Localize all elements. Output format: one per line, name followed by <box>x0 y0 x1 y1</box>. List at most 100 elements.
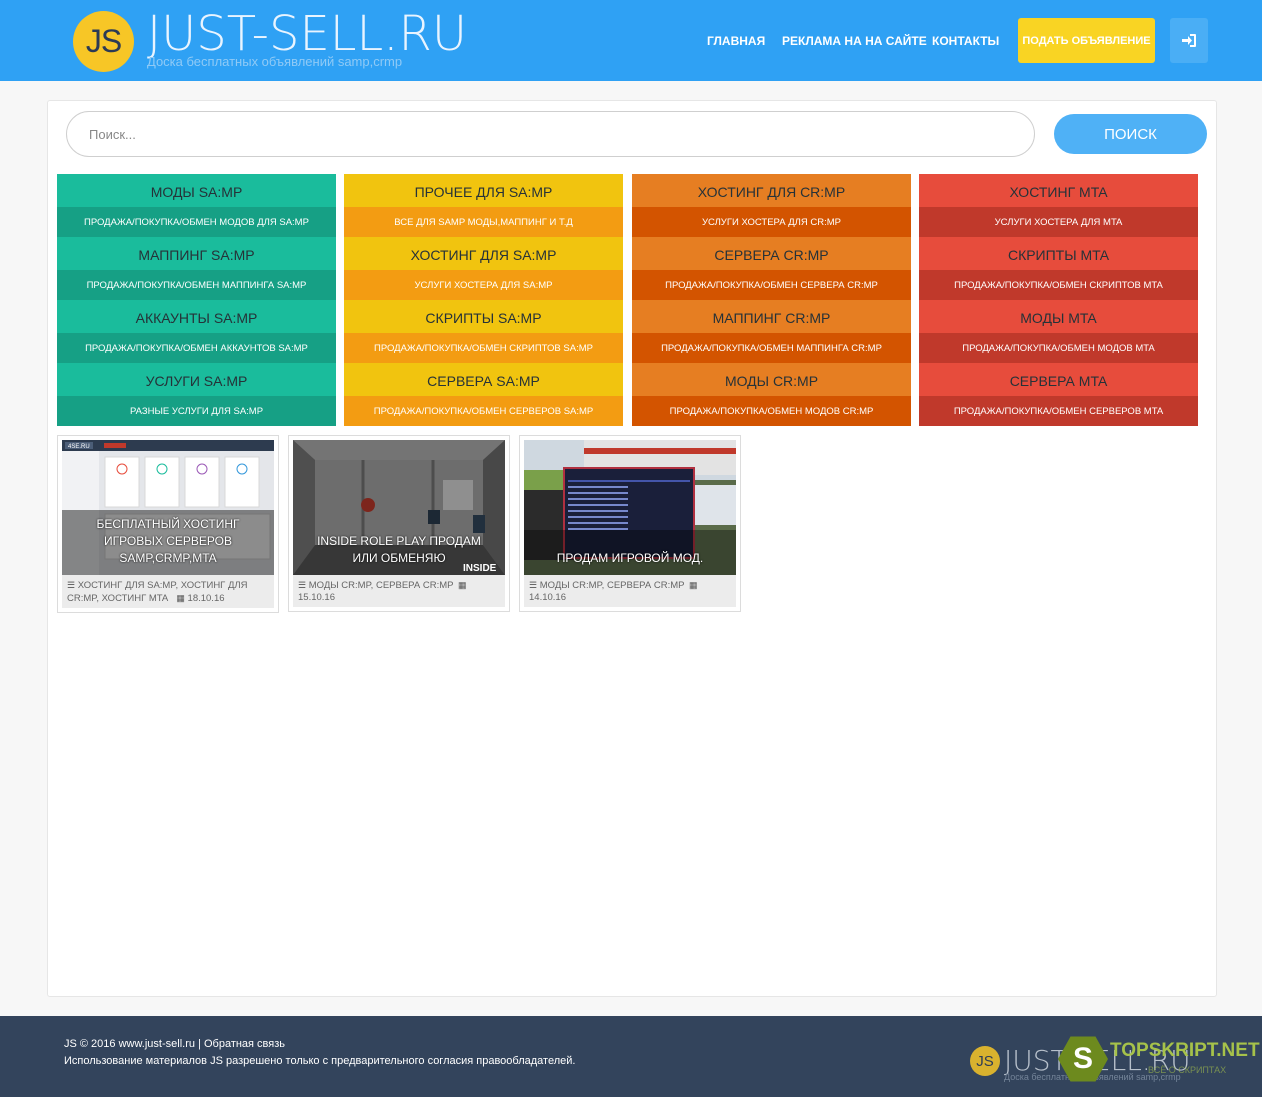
footer-copyright-text: JS © 2016 www.just-sell.ru | <box>64 1038 204 1050</box>
list-icon: ☰ <box>298 580 307 590</box>
category-description[interactable]: ПРОДАЖА/ПОКУПКА/ОБМЕН СЕРВЕРА CR:MP <box>632 270 911 300</box>
category-item[interactable]: МОДЫ CR:MP ПРОДАЖА/ПОКУПКА/ОБМЕН МОДОВ CR… <box>632 363 911 426</box>
category-column: ХОСТИНГ ДЛЯ CR:MP УСЛУГИ ХОСТЕРА ДЛЯ CR:M… <box>632 174 911 426</box>
watermark-text: TOPSKRIPT.NET <box>1110 1040 1260 1061</box>
category-description[interactable]: УСЛУГИ ХОСТЕРА ДЛЯ MTA <box>919 207 1198 237</box>
list-icon: ☰ <box>529 580 538 590</box>
feedback-link[interactable]: Обратная связь <box>204 1038 285 1050</box>
listing-meta: ☰ ХОСТИНГ ДЛЯ SA:MP, ХОСТИНГ ДЛЯ CR:MP, … <box>62 575 274 608</box>
footer-copyright: JS © 2016 www.just-sell.ru | Обратная св… <box>64 1036 575 1053</box>
category-description[interactable]: РАЗНЫЕ УСЛУГИ ДЛЯ SA:MP <box>57 396 336 426</box>
logo-text: JUST-SELL.RU Доска бесплатных объявлений… <box>147 8 467 69</box>
category-item[interactable]: МАППИНГ SA:MP ПРОДАЖА/ПОКУПКА/ОБМЕН МАППИ… <box>57 237 336 300</box>
category-description[interactable]: ПРОДАЖА/ПОКУПКА/ОБМЕН СЕРВЕРОВ MTA <box>919 396 1198 426</box>
category-title[interactable]: СЕРВЕРА CR:MP <box>632 237 911 270</box>
category-title[interactable]: УСЛУГИ SA:MP <box>57 363 336 396</box>
category-item[interactable]: АККАУНТЫ SA:MP ПРОДАЖА/ПОКУПКА/ОБМЕН АККА… <box>57 300 336 363</box>
listing-thumbnail[interactable]: ПРОДАМ ИГРОВОЙ МОД. <box>524 440 736 575</box>
watermark-subtext: ВСЁ О СКРИПТАХ <box>1148 1065 1227 1075</box>
listing-thumbnail[interactable]: INSIDE INSIDE ROLE PLAY ПРОДАМ ИЛИ ОБМЕН… <box>293 440 505 575</box>
category-title[interactable]: АККАУНТЫ SA:MP <box>57 300 336 333</box>
listing-date: 15.10.16 <box>298 592 335 603</box>
category-item[interactable]: СЕРВЕРА CR:MP ПРОДАЖА/ПОКУПКА/ОБМЕН СЕРВЕ… <box>632 237 911 300</box>
category-title[interactable]: СКРИПТЫ SA:MP <box>344 300 623 333</box>
listing-thumbnail[interactable]: 4SE.RU БЕСПЛАТНЫЙ ХОСТИНГ ИГРОВЫХ СЕРВЕР… <box>62 440 274 575</box>
category-description[interactable]: УСЛУГИ ХОСТЕРА ДЛЯ CR:MP <box>632 207 911 237</box>
category-title[interactable]: ХОСТИНГ ДЛЯ CR:MP <box>632 174 911 207</box>
nav-advertising[interactable]: РЕКЛАМА НА НА САЙТЕ <box>782 34 927 48</box>
list-icon: ☰ <box>67 580 76 590</box>
calendar-icon: ▦ <box>688 580 698 590</box>
category-title[interactable]: СЕРВЕРА SA:MP <box>344 363 623 396</box>
category-title[interactable]: МОДЫ MTA <box>919 300 1198 333</box>
category-title[interactable]: ХОСТИНГ MTA <box>919 174 1198 207</box>
listing-title[interactable]: БЕСПЛАТНЫЙ ХОСТИНГ ИГРОВЫХ СЕРВЕРОВ SAMP… <box>62 516 274 567</box>
listing-categories: МОДЫ CR:MP, СЕРВЕРА CR:MP <box>539 580 685 591</box>
svg-text:4SE.RU: 4SE.RU <box>68 444 90 450</box>
category-item[interactable]: СЕРВЕРА SA:MP ПРОДАЖА/ПОКУПКА/ОБМЕН СЕРВЕ… <box>344 363 623 426</box>
main-panel: ПОИСК МОДЫ SA:MPПРОДАЖА/ПОКУПКА/ОБМЕН МО… <box>47 100 1217 997</box>
post-ad-button[interactable]: ПОДАТЬ ОБЪЯВЛЕНИЕ <box>1018 18 1155 63</box>
category-item[interactable]: СЕРВЕРА MTA ПРОДАЖА/ПОКУПКА/ОБМЕН СЕРВЕРО… <box>919 363 1198 426</box>
category-item[interactable]: ПРОЧЕЕ ДЛЯ SA:MP ВСЕ ДЛЯ SAMP МОДЫ,МАППИН… <box>344 174 623 237</box>
listing-date: 18.10.16 <box>187 593 225 604</box>
site-header: JS JUST-SELL.RU Доска бесплатных объявле… <box>0 0 1262 81</box>
login-button[interactable] <box>1170 18 1208 63</box>
calendar-icon: ▦ <box>457 580 467 590</box>
category-description[interactable]: ВСЕ ДЛЯ SAMP МОДЫ,МАППИНГ И Т.Д <box>344 207 623 237</box>
category-title[interactable]: ПРОЧЕЕ ДЛЯ SA:MP <box>344 174 623 207</box>
category-description[interactable]: ПРОДАЖА/ПОКУПКА/ОБМЕН МОДОВ ДЛЯ SA:MP <box>57 207 336 237</box>
footer-text: JS © 2016 www.just-sell.ru | Обратная св… <box>64 1036 575 1070</box>
category-description[interactable]: ПРОДАЖА/ПОКУПКА/ОБМЕН МОДОВ MTA <box>919 333 1198 363</box>
logo-badge: JS <box>73 10 134 72</box>
sign-in-icon <box>1182 34 1196 47</box>
category-title[interactable]: МАППИНГ SA:MP <box>57 237 336 270</box>
category-column: ПРОЧЕЕ ДЛЯ SA:MP ВСЕ ДЛЯ SAMP МОДЫ,МАППИН… <box>344 174 623 426</box>
footer-logo-badge: JS <box>970 1046 1000 1076</box>
category-title[interactable]: МОДЫ SA:MP <box>57 174 336 207</box>
listing-card[interactable]: INSIDE INSIDE ROLE PLAY ПРОДАМ ИЛИ ОБМЕН… <box>288 435 510 612</box>
search-input[interactable] <box>66 111 1035 157</box>
category-description[interactable]: ПРОДАЖА/ПОКУПКА/ОБМЕН МОДОВ CR:MP <box>632 396 911 426</box>
category-item[interactable]: МОДЫ SA:MP ПРОДАЖА/ПОКУПКА/ОБМЕН МОДОВ ДЛ… <box>57 174 336 237</box>
category-column: МОДЫ SA:MP ПРОДАЖА/ПОКУПКА/ОБМЕН МОДОВ ДЛ… <box>57 174 336 426</box>
site-logo[interactable]: JS JUST-SELL.RU Доска бесплатных объявле… <box>73 8 467 72</box>
category-column: ХОСТИНГ MTA УСЛУГИ ХОСТЕРА ДЛЯ MTA СКРИПТЫ… <box>919 174 1198 426</box>
site-footer: JS © 2016 www.just-sell.ru | Обратная св… <box>0 1016 1262 1097</box>
category-title[interactable]: СЕРВЕРА MTA <box>919 363 1198 396</box>
category-description[interactable]: ПРОДАЖА/ПОКУПКА/ОБМЕН СКРИПТОВ SA:MP <box>344 333 623 363</box>
category-item[interactable]: УСЛУГИ SA:MP РАЗНЫЕ УСЛУГИ ДЛЯ SA:MP <box>57 363 336 426</box>
category-title[interactable]: МОДЫ CR:MP <box>632 363 911 396</box>
category-title[interactable]: ХОСТИНГ ДЛЯ SA:MP <box>344 237 623 270</box>
listing-meta: ☰ МОДЫ CR:MP, СЕРВЕРА CR:MP ▦ 14.10.16 <box>524 575 736 607</box>
listing-meta: ☰ МОДЫ CR:MP, СЕРВЕРА CR:MP ▦ 15.10.16 <box>293 575 505 607</box>
category-item[interactable]: СКРИПТЫ MTA ПРОДАЖА/ПОКУПКА/ОБМЕН СКРИПТО… <box>919 237 1198 300</box>
category-item[interactable]: МАППИНГ CR:MP ПРОДАЖА/ПОКУПКА/ОБМЕН МАППИ… <box>632 300 911 363</box>
nav-contacts[interactable]: КОНТАКТЫ <box>932 34 999 48</box>
category-description[interactable]: ПРОДАЖА/ПОКУПКА/ОБМЕН МАППИНГА SA:MP <box>57 270 336 300</box>
footer-notice: Использование материалов JS разрешено то… <box>64 1055 576 1067</box>
listing-card[interactable]: ПРОДАМ ИГРОВОЙ МОД. ☰ МОДЫ CR:MP, СЕРВЕР… <box>519 435 741 612</box>
listing-card[interactable]: 4SE.RU БЕСПЛАТНЫЙ ХОСТИНГ ИГРОВЫХ СЕРВЕР… <box>57 435 279 613</box>
category-title[interactable]: СКРИПТЫ MTA <box>919 237 1198 270</box>
category-title[interactable]: МАППИНГ CR:MP <box>632 300 911 333</box>
listing-title[interactable]: INSIDE ROLE PLAY ПРОДАМ ИЛИ ОБМЕНЯЮ <box>293 533 505 567</box>
nav-home[interactable]: ГЛАВНАЯ <box>707 34 765 48</box>
listing-title[interactable]: ПРОДАМ ИГРОВОЙ МОД. <box>524 550 736 567</box>
watermark: S TOPSKRIPT.NET ВСЁ О СКРИПТАХ <box>1058 1034 1260 1084</box>
category-description[interactable]: УСЛУГИ ХОСТЕРА ДЛЯ SA:MP <box>344 270 623 300</box>
search-button[interactable]: ПОИСК <box>1054 114 1207 154</box>
category-description[interactable]: ПРОДАЖА/ПОКУПКА/ОБМЕН МАППИНГА CR:MP <box>632 333 911 363</box>
listing-date: 14.10.16 <box>529 592 566 603</box>
calendar-icon: ▦ <box>176 593 185 603</box>
watermark-badge: S <box>1058 1036 1108 1082</box>
category-item[interactable]: ХОСТИНГ ДЛЯ CR:MP УСЛУГИ ХОСТЕРА ДЛЯ CR:M… <box>632 174 911 237</box>
category-item[interactable]: ХОСТИНГ ДЛЯ SA:MP УСЛУГИ ХОСТЕРА ДЛЯ SA:M… <box>344 237 623 300</box>
category-item[interactable]: ХОСТИНГ MTA УСЛУГИ ХОСТЕРА ДЛЯ MTA <box>919 174 1198 237</box>
category-description[interactable]: ПРОДАЖА/ПОКУПКА/ОБМЕН СЕРВЕРОВ SA:MP <box>344 396 623 426</box>
category-description[interactable]: ПРОДАЖА/ПОКУПКА/ОБМЕН АККАУНТОВ SA:MP <box>57 333 336 363</box>
category-item[interactable]: СКРИПТЫ SA:MP ПРОДАЖА/ПОКУПКА/ОБМЕН СКРИП… <box>344 300 623 363</box>
category-description[interactable]: ПРОДАЖА/ПОКУПКА/ОБМЕН СКРИПТОВ MTA <box>919 270 1198 300</box>
category-item[interactable]: МОДЫ MTA ПРОДАЖА/ПОКУПКА/ОБМЕН МОДОВ MTA <box>919 300 1198 363</box>
listing-categories: МОДЫ CR:MP, СЕРВЕРА CR:MP <box>308 580 454 591</box>
